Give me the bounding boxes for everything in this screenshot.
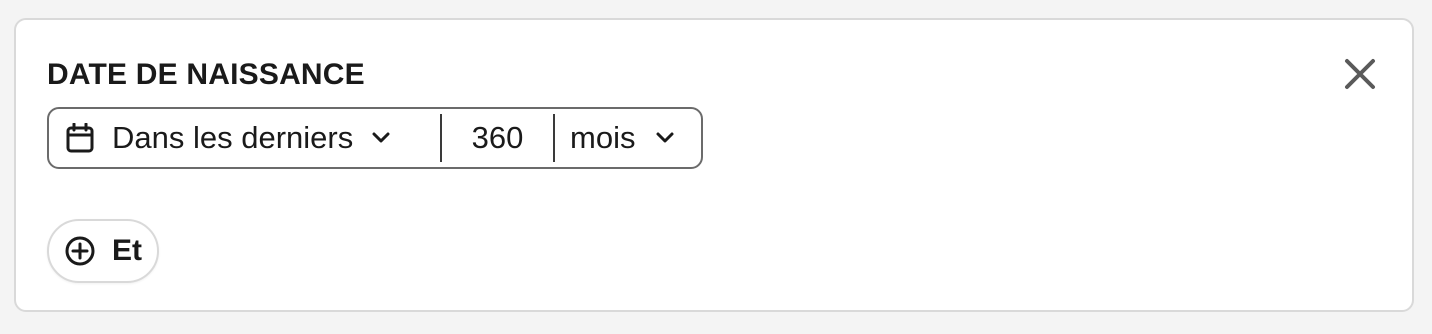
calendar-icon — [66, 123, 94, 153]
plus-circle-icon — [64, 235, 96, 267]
operator-select[interactable]: Dans les derniers — [49, 109, 440, 167]
and-button-label: Et — [112, 234, 142, 267]
operator-label: Dans les derniers — [112, 120, 354, 155]
unit-select[interactable]: mois — [555, 109, 701, 167]
date-filter-control: Dans les derniers 360 mois — [47, 107, 703, 169]
filter-card: DATE DE NAISSANCE Dans les derniers 360 … — [14, 18, 1414, 312]
chevron-down-icon — [655, 131, 675, 145]
value-input[interactable]: 360 — [442, 109, 553, 167]
unit-label: mois — [570, 120, 636, 155]
filter-title: DATE DE NAISSANCE — [47, 58, 365, 91]
close-button[interactable] — [1342, 56, 1378, 92]
add-and-condition-button[interactable]: Et — [47, 219, 159, 283]
chevron-down-icon — [371, 131, 391, 145]
close-icon — [1344, 58, 1376, 90]
